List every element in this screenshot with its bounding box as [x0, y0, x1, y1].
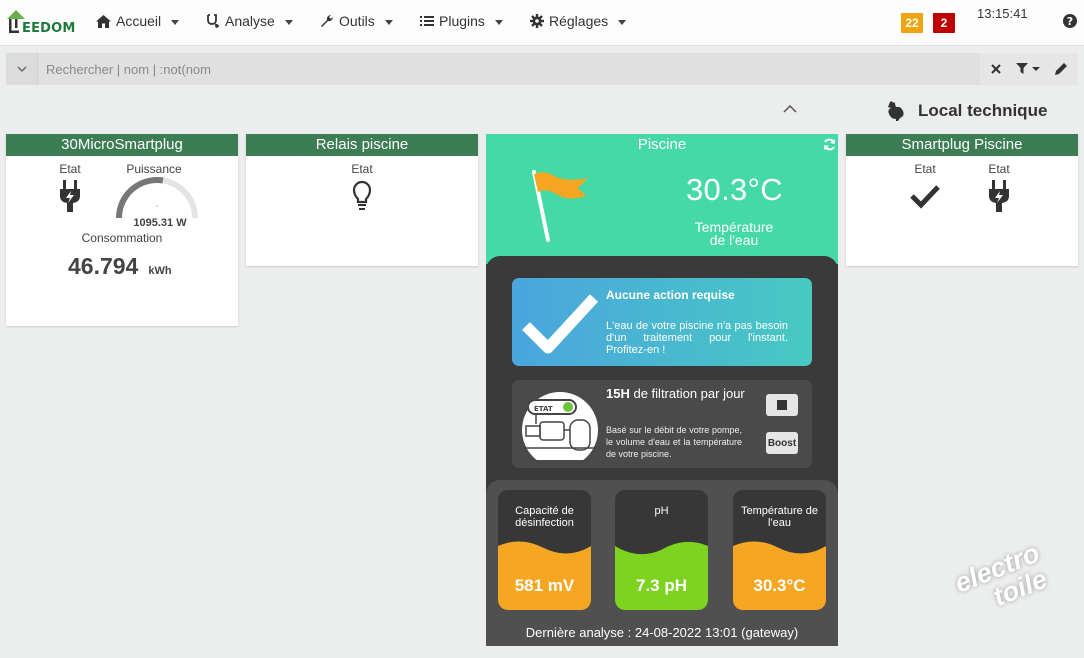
consommation-unit: kWh	[148, 265, 172, 277]
object-title-label: Local technique	[918, 101, 1048, 120]
metric-desinfection: Capacité de désinfection 581 mV	[498, 490, 591, 610]
widget-title[interactable]: Smartplug Piscine	[846, 134, 1078, 156]
consommation-value: 46.794	[68, 253, 139, 279]
etat-label: Etat	[914, 162, 936, 176]
widget-title[interactable]: Piscine	[486, 134, 838, 156]
metric-label: Température de l'eau	[740, 505, 819, 529]
widget-smartplug-piscine: Smartplug Piscine Etat Etat	[846, 134, 1078, 266]
close-icon[interactable]	[991, 64, 1002, 74]
last-analysis: Dernière analyse : 24-08-2022 13:01 (gat…	[525, 625, 799, 640]
nav-analyse[interactable]: Analyse	[206, 13, 293, 29]
filtration-card: ETAT 15H de filtration par jour Basé sur…	[512, 380, 812, 468]
nav-outils[interactable]: Outils	[320, 13, 393, 29]
etat-label: Etat	[59, 162, 81, 176]
pump-icon: ETAT	[522, 392, 600, 460]
search-bar	[6, 53, 1078, 85]
temperature-label-line2: de l'eau	[709, 232, 759, 248]
stop-button[interactable]	[766, 394, 798, 416]
nav-reglages-label: Réglages	[549, 13, 609, 29]
nav-accueil[interactable]: Accueil	[96, 13, 180, 29]
status-message: L'eau de votre piscine n'a pas besoin d'…	[606, 320, 788, 356]
status-card: Aucune action requise L'eau de votre pis…	[512, 278, 812, 366]
pencil-icon[interactable]	[1054, 63, 1067, 75]
etat-label: Etat	[351, 162, 373, 176]
status-title: Aucune action requise	[606, 288, 735, 302]
widget-relais-piscine: Relais piscine Etat	[246, 134, 478, 266]
clock: 13:15:41	[977, 6, 1028, 21]
temperature-label: Température de l'eau	[672, 220, 796, 248]
widget-microsmartplug: 30MicroSmartplug Etat Puissance 1095.31 …	[6, 134, 238, 326]
temperature-value: 30.3°C	[686, 172, 783, 207]
metric-ph: pH 7.3 pH	[615, 490, 708, 610]
nav-accueil-label: Accueil	[116, 13, 162, 29]
nav-outils-label: Outils	[339, 13, 375, 29]
etat-label: Etat	[988, 162, 1010, 176]
watermark: electro toile	[950, 538, 1053, 622]
filtration-hours: 15H	[606, 386, 630, 401]
metric-label: pH	[654, 505, 669, 517]
filter-icon[interactable]	[1015, 63, 1040, 75]
filtration-description: Basé sur le débit de votre pompe, le vol…	[606, 425, 742, 459]
filtration-text: de filtration par jour	[633, 386, 745, 401]
navbar: EEDOM Accueil Analyse Outils Plugins Rég…	[0, 0, 1084, 46]
wrench-icon	[321, 14, 334, 27]
nav-plugins-label: Plugins	[439, 13, 485, 29]
tasks-icon	[420, 16, 434, 26]
lightbulb-icon[interactable]	[352, 180, 372, 212]
search-input[interactable]	[46, 57, 966, 81]
metric-temperature: Température de l'eau 30.3°C	[733, 490, 826, 610]
chevron-down-icon	[284, 19, 293, 25]
consommation-label: Consommation	[81, 231, 163, 245]
filtration-title: 15H de filtration par jour	[606, 386, 746, 401]
plug-icon[interactable]	[987, 180, 1011, 212]
widget-title[interactable]: 30MicroSmartplug	[6, 134, 238, 156]
stethoscope-icon	[207, 14, 219, 28]
nav-reglages[interactable]: Réglages	[530, 13, 627, 29]
chevron-down-icon	[171, 19, 180, 25]
warning-badge[interactable]: 22	[901, 13, 923, 33]
widget-title[interactable]: Relais piscine	[246, 134, 478, 156]
nav-plugins[interactable]: Plugins	[420, 13, 503, 29]
check-icon[interactable]	[909, 184, 941, 210]
refresh-icon[interactable]	[823, 138, 836, 151]
help-icon[interactable]: ?	[1063, 14, 1077, 28]
etat-tag: ETAT	[534, 405, 553, 413]
metric-value: 581 mV	[514, 576, 575, 595]
search-actions	[980, 53, 1078, 85]
nav-analyse-label: Analyse	[225, 13, 275, 29]
logo-text: EEDOM	[22, 21, 76, 36]
checkmark-icon	[522, 294, 599, 354]
home-icon	[96, 14, 111, 28]
chevron-down-icon	[384, 19, 393, 25]
stop-icon	[777, 400, 787, 410]
rooster-icon	[888, 101, 904, 121]
flag-icon	[532, 170, 588, 242]
metric-wave	[498, 541, 591, 610]
search-toggle-button[interactable]	[6, 53, 38, 85]
gauge-fill	[116, 177, 164, 219]
metric-value: 30.3°C	[753, 576, 806, 595]
chevron-down-icon	[17, 66, 26, 72]
boost-button[interactable]: Boost	[766, 432, 798, 454]
gear-icon	[530, 14, 544, 28]
puissance-label: Puissance	[126, 162, 182, 176]
object-title[interactable]: Local technique	[884, 100, 1047, 122]
widget-piscine: Piscine 30.3°C Température de l'eau Aucu…	[486, 134, 838, 646]
metric-value: 7.3 pH	[635, 576, 688, 595]
svg-text:?: ?	[1067, 15, 1073, 28]
chevron-up-icon[interactable]	[783, 104, 797, 113]
metric-wave	[615, 541, 708, 610]
chevron-down-icon	[494, 19, 503, 25]
danger-badge[interactable]: 2	[933, 13, 955, 33]
jeedom-logo[interactable]: EEDOM	[6, 6, 78, 36]
puissance-value: 1095.31 W	[133, 217, 187, 229]
metric-label: Capacité de désinfection	[515, 505, 574, 529]
chevron-down-icon	[618, 19, 627, 25]
consommation-readout: 46.794 kWh	[68, 253, 172, 280]
plug-icon[interactable]	[58, 180, 82, 212]
metric-wave	[733, 541, 826, 610]
power-gauge	[116, 177, 198, 219]
